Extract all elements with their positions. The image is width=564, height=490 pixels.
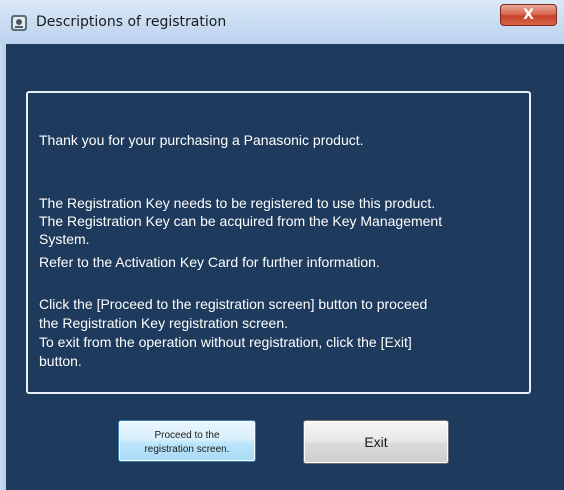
message-line: Refer to the Activation Key Card for fur…	[39, 254, 380, 270]
message-line: System.	[39, 231, 90, 247]
app-icon	[11, 15, 27, 31]
message-line: button.	[39, 353, 82, 369]
message-line: the Registration Key registration screen…	[39, 315, 289, 331]
message-line: The Registration Key can be acquired fro…	[39, 213, 443, 229]
message-line: The Registration Key needs to be registe…	[39, 195, 436, 211]
proceed-button-label-line2: registration screen.	[144, 444, 230, 455]
close-icon: X	[523, 7, 534, 23]
message-line: To exit from the operation without regis…	[39, 334, 412, 350]
message-line: Thank you for your purchasing a Panasoni…	[39, 132, 364, 148]
registration-dialog: Descriptions of registration X Thank you…	[0, 0, 564, 490]
close-button[interactable]: X	[500, 4, 557, 26]
exit-button[interactable]: Exit	[303, 420, 449, 464]
proceed-button-label-line1: Proceed to the	[154, 430, 220, 441]
window-title: Descriptions of registration	[36, 14, 227, 30]
exit-button-label: Exit	[364, 434, 388, 450]
title-bar[interactable]: Descriptions of registration X	[0, 0, 564, 44]
message-line: Click the [Proceed to the registration s…	[39, 296, 428, 312]
proceed-to-registration-button[interactable]: Proceed to the registration screen.	[118, 420, 256, 462]
